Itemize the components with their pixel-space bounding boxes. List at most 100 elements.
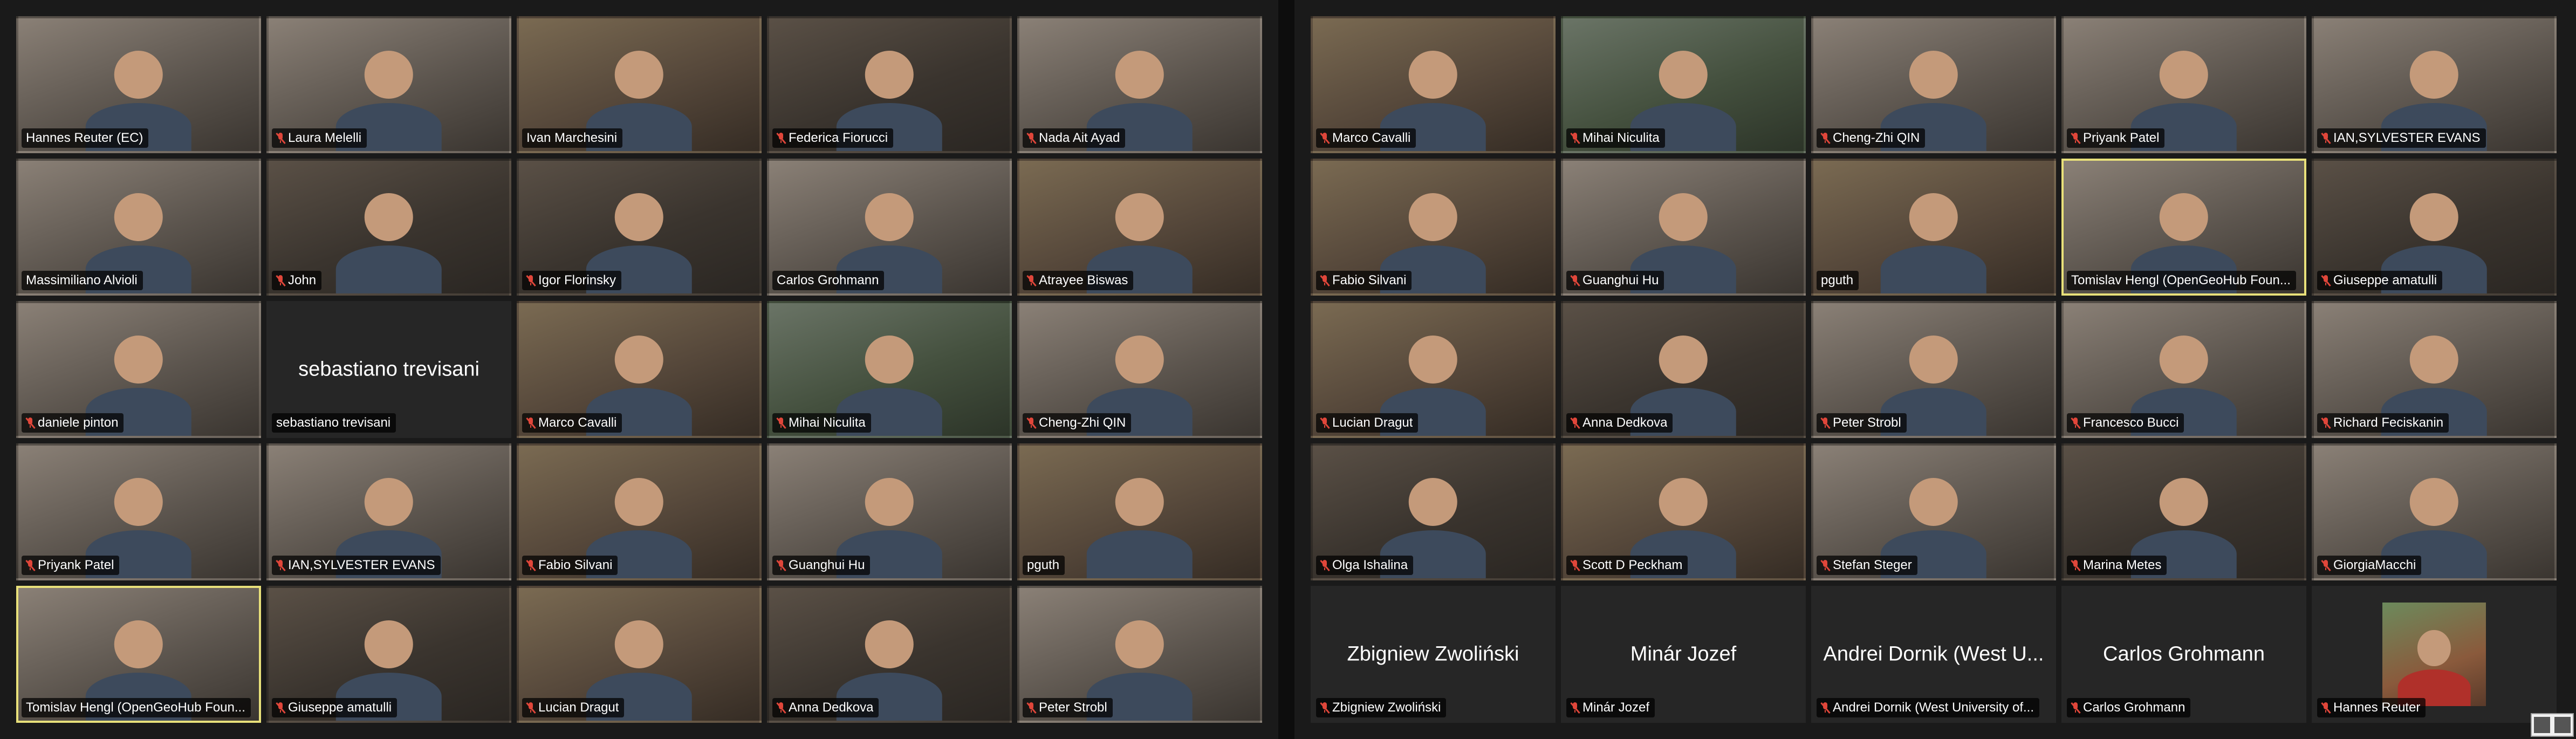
mic-muted-icon — [276, 132, 286, 145]
participant-tile-francesco-bucci[interactable]: Francesco Bucci — [2061, 301, 2306, 438]
participant-tile-fabio-silvani[interactable]: Fabio Silvani — [517, 443, 762, 580]
participant-name-tag: pguth — [1817, 271, 1859, 290]
participant-tile-marco-cavalli[interactable]: Marco Cavalli — [517, 301, 762, 438]
participant-head — [2159, 193, 2209, 242]
mic-muted-icon-stand — [2075, 710, 2076, 713]
participant-name-tag: Laura Melelli — [272, 128, 367, 148]
participant-name-tag: pguth — [1023, 556, 1065, 575]
participant-tile-cheng-zhi-qin[interactable]: Cheng-Zhi QIN — [1811, 16, 2056, 153]
participant-tile-peter-strobl[interactable]: Peter Strobl — [1811, 301, 2056, 438]
participant-tile-ivan-marchesini[interactable]: Ivan Marchesini — [517, 16, 762, 153]
participant-tile-giorgiamacchi[interactable]: GiorgiaMacchi — [2312, 443, 2557, 580]
participant-head — [865, 193, 914, 242]
participant-tile-guanghui-hu[interactable]: Guanghui Hu — [767, 443, 1012, 580]
participant-display-name: Zbigniew Zwoliński — [1347, 642, 1519, 666]
participant-name-label: Fabio Silvani — [538, 558, 613, 572]
mic-muted-icon-stand — [1031, 710, 1032, 713]
participant-shoulders — [1086, 530, 1193, 578]
participant-tile-nada-ait-ayad[interactable]: Nada Ait Ayad — [1017, 16, 1262, 153]
participant-tile-anna-dedkova[interactable]: Anna Dedkova — [767, 586, 1012, 723]
participant-tile-daniele-pinton[interactable]: daniele pinton — [16, 301, 261, 438]
participant-tile-ian-sylvester-evans[interactable]: IAN,SYLVESTER EVANS — [2312, 16, 2557, 153]
participant-head — [2409, 51, 2459, 99]
participant-head — [2409, 193, 2459, 242]
participant-name-label: Tomislav Hengl (OpenGeoHub Foun... — [26, 700, 245, 715]
participant-tile-min-r-jozef[interactable]: Minár Jozef Minár Jozef — [1561, 586, 1806, 723]
participant-tile-zbigniew-zwoli-ski[interactable]: Zbigniew Zwoliński Zbigniew Zwoliński — [1311, 586, 1556, 723]
participant-name-label: Guanghui Hu — [1582, 273, 1659, 288]
mic-muted-icon-stand — [2075, 140, 2076, 143]
participant-tile-pguth[interactable]: pguth — [1017, 443, 1262, 580]
participant-name-tag: Hannes Reuter (EC) — [22, 128, 149, 148]
participant-tile-massimiliano-alvioli[interactable]: Massimiliano Alvioli — [16, 159, 261, 296]
participant-tile-carlos-grohmann[interactable]: Carlos Grohmann — [767, 159, 1012, 296]
participant-tile-priyank-patel[interactable]: Priyank Patel — [16, 443, 261, 580]
participant-tile-hannes-reuter-ec[interactable]: Hannes Reuter (EC) — [16, 16, 261, 153]
participant-head — [2417, 629, 2451, 667]
participant-tile-ian-sylvester-evans[interactable]: IAN,SYLVESTER EVANS — [266, 443, 511, 580]
participant-tile-cheng-zhi-qin[interactable]: Cheng-Zhi QIN — [1017, 301, 1262, 438]
mic-muted-icon — [1570, 559, 1580, 572]
participant-name-label: Carlos Grohmann — [2083, 700, 2186, 715]
participant-tile-fabio-silvani[interactable]: Fabio Silvani — [1311, 159, 1556, 296]
participant-name-label: Minár Jozef — [1582, 700, 1650, 715]
participant-tile-olga-ishalina[interactable]: Olga Ishalina — [1311, 443, 1556, 580]
mic-muted-icon — [276, 559, 286, 572]
participant-tile-laura-melelli[interactable]: Laura Melelli — [266, 16, 511, 153]
mic-muted-icon — [776, 702, 786, 714]
participant-tile-stefan-steger[interactable]: Stefan Steger — [1811, 443, 2056, 580]
mic-muted-icon — [1026, 275, 1037, 287]
participant-tile-hannes-reuter[interactable]: Hannes Reuter — [2312, 586, 2557, 723]
participant-head — [364, 51, 414, 99]
participant-name-tag: Zbigniew Zwoliński — [1316, 698, 1447, 717]
participant-tile-federica-fiorucci[interactable]: Federica Fiorucci — [767, 16, 1012, 153]
participant-tile-scott-d-peckham[interactable]: Scott D Peckham — [1561, 443, 1806, 580]
gallery-panel-left: Hannes Reuter (EC) Laura Melelli Ivan Marc… — [0, 0, 1278, 739]
participant-head — [2159, 336, 2209, 384]
participant-tile-lucian-dragut[interactable]: Lucian Dragut — [517, 586, 762, 723]
participant-tile-igor-florinsky[interactable]: Igor Florinsky — [517, 159, 762, 296]
participant-name-label: Guanghui Hu — [789, 558, 865, 572]
participant-tile-john[interactable]: John — [266, 159, 511, 296]
participant-tile-richard-feciskanin[interactable]: Richard Feciskanin — [2312, 301, 2557, 438]
participant-name-label: Peter Strobl — [1039, 700, 1107, 715]
participant-tile-peter-strobl[interactable]: Peter Strobl — [1017, 586, 1262, 723]
participant-grid-right: Marco Cavalli Mihai Niculita Cheng-Zhi QIN… — [1311, 16, 2557, 723]
participant-name-label: daniele pinton — [38, 415, 119, 430]
participant-name-tag: Marina Metes — [2067, 556, 2167, 575]
participant-head — [1909, 336, 1958, 384]
mic-muted-icon — [276, 275, 286, 287]
participant-head — [614, 620, 664, 669]
participant-tile-lucian-dragut[interactable]: Lucian Dragut — [1311, 301, 1556, 438]
participant-tile-carlos-grohmann[interactable]: Carlos Grohmann Carlos Grohmann — [2061, 586, 2306, 723]
participant-tile-priyank-patel[interactable]: Priyank Patel — [2061, 16, 2306, 153]
participant-name-label: Marco Cavalli — [1332, 131, 1411, 145]
participant-tile-marco-cavalli[interactable]: Marco Cavalli — [1311, 16, 1556, 153]
participant-tile-giuseppe-amatulli[interactable]: Giuseppe amatulli — [266, 586, 511, 723]
participant-tile-tomislav-hengl-opengeohub-foun[interactable]: Tomislav Hengl (OpenGeoHub Foun... — [2061, 159, 2306, 296]
participant-tile-guanghui-hu[interactable]: Guanghui Hu — [1561, 159, 1806, 296]
participant-tile-marina-metes[interactable]: Marina Metes — [2061, 443, 2306, 580]
participant-tile-anna-dedkova[interactable]: Anna Dedkova — [1561, 301, 1806, 438]
participant-shoulders — [335, 245, 442, 293]
participant-tile-andrei-dornik-west-university-of[interactable]: Andrei Dornik (West U... Andrei Dornik (W… — [1811, 586, 2056, 723]
mic-muted-icon — [1026, 417, 1037, 429]
self-view-thumbnail[interactable] — [2531, 713, 2574, 737]
participant-tile-pguth[interactable]: pguth — [1811, 159, 2056, 296]
participant-name-label: Hannes Reuter — [2333, 700, 2421, 715]
participant-tile-giuseppe-amatulli[interactable]: Giuseppe amatulli — [2312, 159, 2557, 296]
mic-muted-icon-stand — [1574, 425, 1575, 428]
participant-head — [865, 51, 914, 99]
participant-head — [1659, 336, 1708, 384]
participant-tile-atrayee-biswas[interactable]: Atrayee Biswas — [1017, 159, 1262, 296]
participant-name-label: Fabio Silvani — [1332, 273, 1407, 288]
participant-tile-mihai-niculita[interactable]: Mihai Niculita — [1561, 16, 1806, 153]
participant-tile-mihai-niculita[interactable]: Mihai Niculita — [767, 301, 1012, 438]
mic-muted-icon-stand — [1825, 710, 1826, 713]
participant-name-tag: Peter Strobl — [1023, 698, 1113, 717]
participant-tile-sebastiano-trevisani[interactable]: sebastiano trevisani sebastiano trevisani — [266, 301, 511, 438]
participant-name-tag: Marco Cavalli — [1316, 128, 1416, 148]
participant-tile-tomislav-hengl-opengeohub-foun[interactable]: Tomislav Hengl (OpenGeoHub Foun... — [16, 586, 261, 723]
mic-muted-icon-stand — [1031, 283, 1032, 285]
mic-muted-icon-stand — [780, 567, 782, 570]
